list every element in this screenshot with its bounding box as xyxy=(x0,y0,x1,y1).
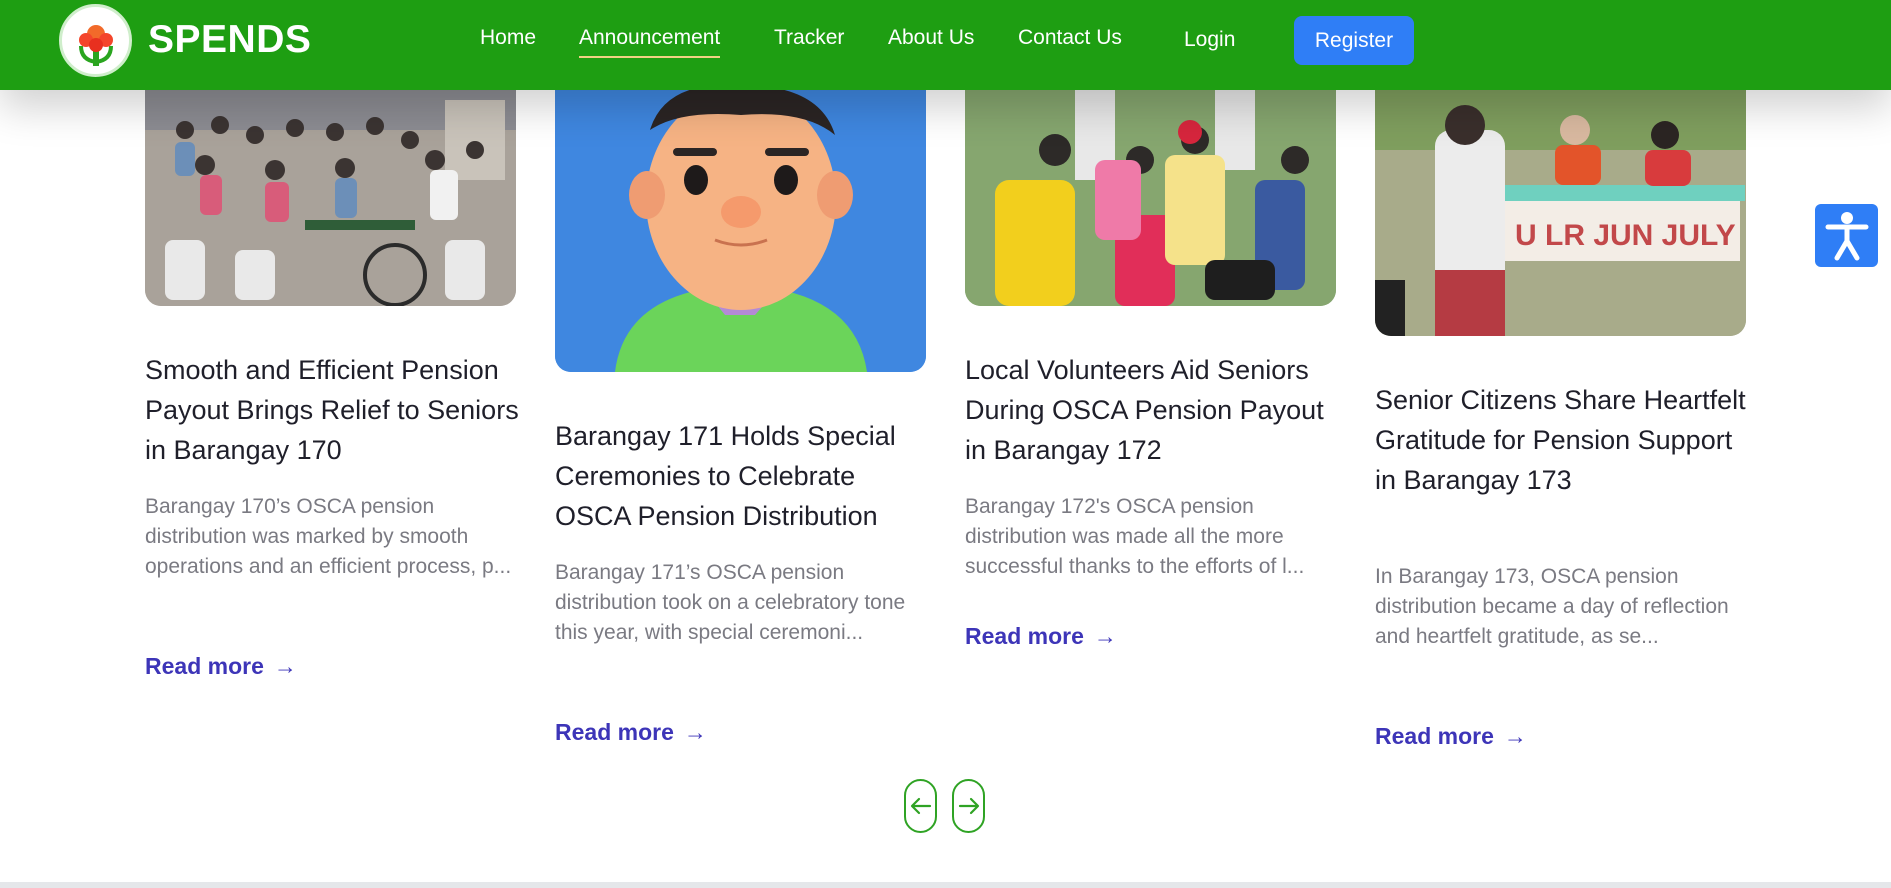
top-navbar: SPENDS Home Announcement Tracker About U… xyxy=(0,0,1891,90)
avatar-illustration-icon xyxy=(555,90,926,372)
card-image[interactable] xyxy=(145,90,516,306)
arrow-left-icon xyxy=(910,797,931,815)
seniors-photo-icon: U LR JUN JULY xyxy=(1375,90,1746,336)
arrow-right-icon: → xyxy=(1503,723,1527,749)
carousel-prev-button[interactable] xyxy=(904,779,937,833)
card-title[interactable]: Barangay 171 Holds Special Ceremonies to… xyxy=(555,416,930,536)
read-more-link[interactable]: Read more → xyxy=(145,653,297,680)
card-excerpt: Barangay 172's OSCA pension distribution… xyxy=(965,495,1305,578)
read-more-link[interactable]: Read more → xyxy=(555,719,707,746)
card-title[interactable]: Senior Citizens Share Heartfelt Gratitud… xyxy=(1375,380,1750,500)
read-more-label: Read more xyxy=(965,623,1084,649)
read-more-label: Read more xyxy=(1375,723,1494,749)
crowd-photo-icon xyxy=(145,90,516,306)
card-title[interactable]: Smooth and Efficient Pension Payout Brin… xyxy=(145,350,520,470)
card-image[interactable]: U LR JUN JULY xyxy=(1375,90,1746,336)
logo-mark-icon xyxy=(78,24,113,66)
read-more-label: Read more xyxy=(145,653,264,679)
brand-name[interactable]: SPENDS xyxy=(148,18,311,62)
read-more-link[interactable]: Read more → xyxy=(1375,723,1527,750)
nav-tracker[interactable]: Tracker xyxy=(774,26,844,56)
register-button[interactable]: Register xyxy=(1294,16,1414,65)
arrow-right-icon: → xyxy=(683,719,707,745)
card-excerpt: Barangay 170’s OSCA pension distribution… xyxy=(145,495,512,578)
arrow-right-icon: → xyxy=(273,653,297,679)
read-more-link[interactable]: Read more → xyxy=(965,623,1117,650)
volunteers-photo-icon xyxy=(965,90,1336,306)
nav-home[interactable]: Home xyxy=(480,26,536,56)
nav-login[interactable]: Login xyxy=(1184,28,1235,58)
accessibility-icon xyxy=(1825,211,1868,260)
arrow-right-icon xyxy=(958,797,979,815)
card-image[interactable] xyxy=(965,90,1336,306)
logo[interactable] xyxy=(59,4,132,77)
card-excerpt: In Barangay 173, OSCA pension distributi… xyxy=(1375,565,1729,648)
nav-announcement[interactable]: Announcement xyxy=(579,26,721,58)
nav-about-us[interactable]: About Us xyxy=(888,26,974,56)
nav-contact-us[interactable]: Contact Us xyxy=(1018,26,1122,56)
carousel-next-button[interactable] xyxy=(952,779,985,833)
card-excerpt: Barangay 171’s OSCA pension distribution… xyxy=(555,561,906,644)
arrow-right-icon: → xyxy=(1093,623,1117,649)
card-image[interactable] xyxy=(555,90,926,372)
accessibility-button[interactable] xyxy=(1815,204,1878,267)
page-bottom-divider xyxy=(0,882,1891,888)
card-title[interactable]: Local Volunteers Aid Seniors During OSCA… xyxy=(965,350,1340,470)
read-more-label: Read more xyxy=(555,719,674,745)
banner-text: U LR JUN JULY xyxy=(1515,219,1736,252)
